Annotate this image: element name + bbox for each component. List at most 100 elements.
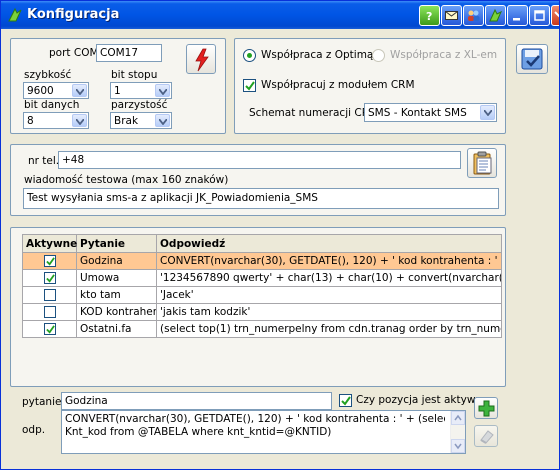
com-port-label: port COM [49, 47, 99, 59]
chevron-down-icon [155, 114, 170, 127]
scheme-label: Schemat numeracji CRM [249, 107, 379, 119]
close-icon [554, 11, 559, 18]
answer-line-1: CONVERT(nvarchar(30), GETDATE(), 120) + … [65, 413, 445, 425]
users-icon [468, 10, 480, 21]
refresh-button[interactable] [485, 5, 506, 26]
delete-button[interactable] [474, 425, 498, 447]
row-answer-cell[interactable]: '1234567890 qwerty' + char(13) + char(10… [156, 269, 502, 287]
port-settings-panel: port COM COM17 szybkość 9600 bit stopu 1… [10, 38, 226, 134]
chevron-down-icon [454, 443, 462, 450]
mail-icon [445, 11, 458, 20]
phone-input[interactable]: +48 [58, 151, 461, 169]
test-sms-panel: nr tel. +48 wiadomość testowa (max 160 z… [10, 144, 506, 216]
optima-label: Współpraca z Optimą [261, 49, 374, 61]
scheme-select[interactable]: SMS - Kontakt SMS [364, 103, 497, 122]
answer-label: odp. [22, 424, 46, 436]
question-input[interactable]: Godzina [61, 392, 332, 410]
com-port-input[interactable]: COM17 [96, 44, 162, 62]
question-label: pytanie [22, 396, 62, 408]
stopbit-label: bit stopu [111, 69, 158, 81]
row-question-cell[interactable]: Umowa [76, 269, 157, 287]
scroll-down-button[interactable] [451, 439, 465, 453]
delete-icon [480, 430, 494, 444]
scroll-up-button[interactable] [451, 411, 465, 425]
row-question-cell[interactable]: KOD kontrahenta [76, 303, 157, 321]
save-button[interactable] [516, 44, 548, 74]
parity-label: parzystość [111, 99, 168, 111]
chevron-up-icon [454, 414, 462, 421]
column-header-answer[interactable]: Odpowiedź [156, 234, 502, 253]
row-active-checkbox[interactable] [43, 323, 56, 335]
row-active-cell[interactable] [22, 286, 77, 304]
phone-label: nr tel. [28, 155, 60, 167]
add-button[interactable] [474, 397, 498, 419]
row-answer-cell[interactable]: 'jakis tam kodzik' [156, 303, 502, 321]
lightning-icon [195, 48, 209, 72]
chevron-down-icon [155, 84, 170, 97]
maximize-button[interactable] [529, 5, 550, 26]
stopbit-value: 1 [114, 85, 121, 97]
svg-text:?: ? [426, 10, 432, 23]
integration-panel: Współpraca z Optimą Współpraca z XL-em W… [234, 38, 506, 134]
speed-label: szybkość [24, 69, 72, 81]
row-active-cell[interactable] [22, 252, 77, 270]
scheme-value: SMS - Kontakt SMS [368, 107, 467, 119]
title-bar[interactable]: Konfiguracja ? [1, 1, 559, 29]
column-header-question[interactable]: Pytanie [76, 234, 157, 253]
row-active-cell[interactable] [22, 269, 77, 287]
stopbit-select[interactable]: 1 [110, 82, 172, 99]
row-answer-cell[interactable]: CONVERT(nvarchar(30), GETDATE(), 120) + … [156, 252, 502, 270]
row-answer-cell[interactable]: 'Jacek' [156, 286, 502, 304]
optima-radio[interactable] [243, 49, 256, 62]
clipboard-icon [473, 151, 492, 175]
xl-radio[interactable] [372, 49, 385, 62]
databits-value: 8 [27, 115, 34, 127]
users-button[interactable] [463, 5, 484, 26]
table-row[interactable]: Umowa '1234567890 qwerty' + char(13) + ch… [22, 269, 502, 287]
row-answer-cell[interactable]: (select top(1) trn_numerpelny from cdn.t… [156, 320, 502, 338]
send-test-button[interactable] [467, 148, 497, 178]
speed-value: 9600 [27, 85, 54, 97]
row-active-checkbox[interactable] [43, 289, 56, 301]
help-button[interactable]: ? [419, 5, 440, 26]
active-label: Czy pozycja jest aktywna [356, 394, 489, 406]
answer-scrollbar[interactable] [450, 411, 465, 453]
config-window: Konfiguracja ? port COM COM17 szybkość 9… [0, 0, 560, 470]
crm-checkbox[interactable] [243, 79, 256, 92]
active-checkbox[interactable] [339, 394, 352, 407]
table-header-row: Aktywne Pytanie Odpowiedź [22, 234, 502, 253]
parity-value: Brak [114, 115, 139, 127]
parity-select[interactable]: Brak [110, 112, 172, 129]
app-icon [8, 7, 22, 22]
column-header-active[interactable]: Aktywne [22, 234, 77, 253]
minimize-button[interactable] [507, 5, 528, 26]
test-connection-button[interactable] [186, 44, 216, 74]
row-question-cell[interactable]: Ostatni.fa [76, 320, 157, 338]
row-question-cell[interactable]: kto tam [76, 286, 157, 304]
row-active-checkbox[interactable] [43, 255, 56, 267]
table-row[interactable]: kto tam 'Jacek' [22, 286, 502, 304]
databits-select[interactable]: 8 [23, 112, 89, 129]
minimize-icon [513, 18, 520, 21]
answer-memo[interactable]: CONVERT(nvarchar(30), GETDATE(), 120) + … [61, 410, 466, 454]
speed-select[interactable]: 9600 [23, 82, 89, 99]
row-active-cell[interactable] [22, 320, 77, 338]
row-active-cell[interactable] [22, 303, 77, 321]
row-active-checkbox[interactable] [43, 272, 56, 284]
message-label: wiadomość testowa (max 160 znaków) [24, 174, 229, 186]
chevron-down-icon [72, 84, 87, 97]
row-question-cell[interactable]: Godzina [76, 252, 157, 270]
questions-table: Aktywne Pytanie Odpowiedź Godzina CONVERT… [22, 234, 502, 338]
close-button[interactable] [551, 5, 559, 26]
window-title: Konfiguracja [27, 7, 120, 22]
help-icon: ? [426, 10, 432, 23]
table-row[interactable]: KOD kontrahenta'jakis tam kodzik' [22, 303, 502, 321]
row-active-checkbox[interactable] [43, 306, 56, 318]
table-row[interactable]: Godzina CONVERT(nvarchar(30), GETDATE(), … [22, 252, 502, 270]
message-input[interactable]: Test wysyłania sms-a z aplikacji JK_Powi… [23, 188, 499, 209]
databits-label: bit danych [24, 99, 80, 111]
add-icon [478, 400, 495, 417]
mail-button[interactable] [441, 5, 462, 26]
table-row[interactable]: Ostatni.fa (select top(1) trn_numerpelny … [22, 320, 502, 338]
maximize-icon [534, 10, 545, 21]
